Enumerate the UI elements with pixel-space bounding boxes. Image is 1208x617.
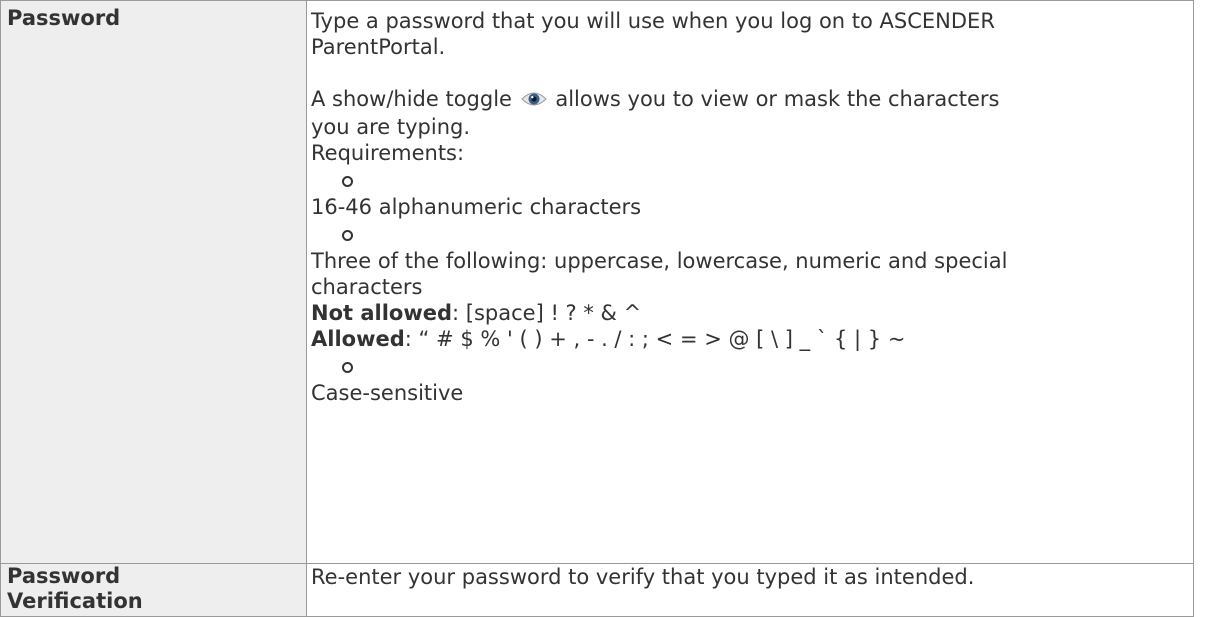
table-row-verification: Password Verification Re-enter your pass… [0, 563, 1194, 617]
requirement-complexity-line-1: Three of the following: uppercase, lower… [311, 249, 1008, 273]
allowed-line: Allowed: “ # $ % ' ( ) + , - . / : ; < =… [311, 326, 1187, 352]
not-allowed-label: Not allowed [311, 301, 453, 325]
circle-bullet-icon [342, 175, 353, 187]
password-label: Password [7, 6, 121, 30]
toggle-line-2: you are typing. [311, 115, 471, 139]
intro-line-2: ParentPortal. [311, 35, 446, 59]
verification-description: Re-enter your password to verify that yo… [311, 565, 975, 589]
bullet-marker-2 [311, 220, 1187, 248]
verification-label-cell: Password Verification [0, 563, 307, 617]
verification-label-line-1: Password [7, 564, 121, 588]
password-description-cell: Type a password that you will use when y… [306, 0, 1194, 564]
eye-icon [520, 88, 547, 114]
allowed-label: Allowed [311, 327, 405, 351]
not-allowed-line: Not allowed: [space] ! ? * & ^ [311, 300, 1187, 326]
field-description-table: Password Type a password that you will u… [0, 0, 1194, 617]
toggle-line-1: A show/hide toggle allows you to view or… [311, 86, 1187, 114]
table-row-password: Password Type a password that you will u… [0, 0, 1194, 564]
allowed-chars: : “ # $ % ' ( ) + , - . / : ; < = > @ [ … [404, 327, 906, 351]
circle-bullet-icon [342, 229, 353, 241]
requirement-case: Case-sensitive [311, 381, 464, 405]
requirement-length: 16-46 alphanumeric characters [311, 195, 642, 219]
verification-description-cell: Re-enter your password to verify that yo… [306, 563, 1194, 617]
circle-bullet-icon [342, 361, 353, 373]
password-label-cell: Password [0, 0, 307, 564]
toggle-text-before: A show/hide toggle [311, 87, 512, 111]
bullet-marker-3 [311, 352, 1187, 380]
verification-label-line-2: Verification [7, 589, 143, 613]
requirement-complexity-line-2: characters [311, 275, 423, 299]
toggle-text-after: allows you to view or mask the character… [555, 87, 1000, 111]
intro-line-1: Type a password that you will use when y… [311, 9, 995, 33]
not-allowed-chars: : [space] ! ? * & ^ [452, 301, 642, 325]
requirements-label: Requirements: [311, 141, 465, 165]
bullet-marker-1 [311, 166, 1187, 194]
